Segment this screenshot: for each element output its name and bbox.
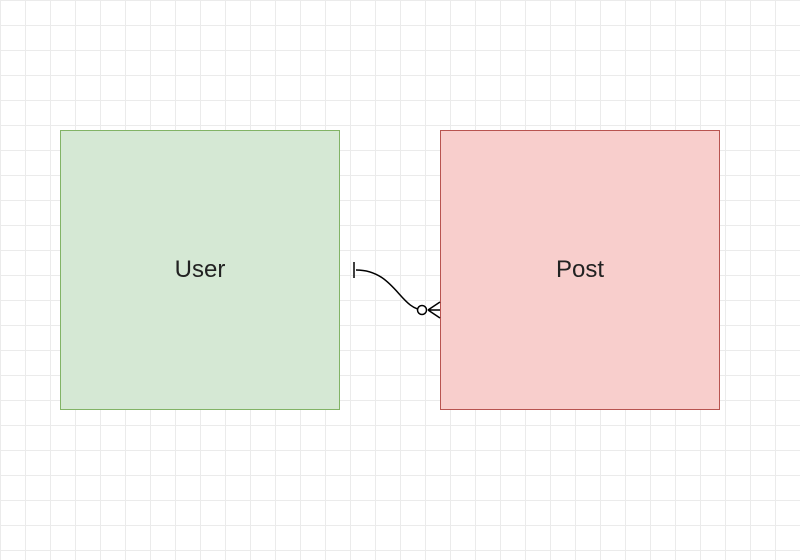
entity-user-label: User xyxy=(175,256,226,284)
diagram-canvas[interactable]: User Post xyxy=(0,0,800,560)
entity-post[interactable]: Post xyxy=(440,130,720,410)
cardinality-many-icon xyxy=(428,302,440,318)
relationship-line xyxy=(356,270,424,310)
entity-user[interactable]: User xyxy=(60,130,340,410)
cardinality-zero-icon xyxy=(418,306,427,315)
entity-post-label: Post xyxy=(556,256,604,284)
